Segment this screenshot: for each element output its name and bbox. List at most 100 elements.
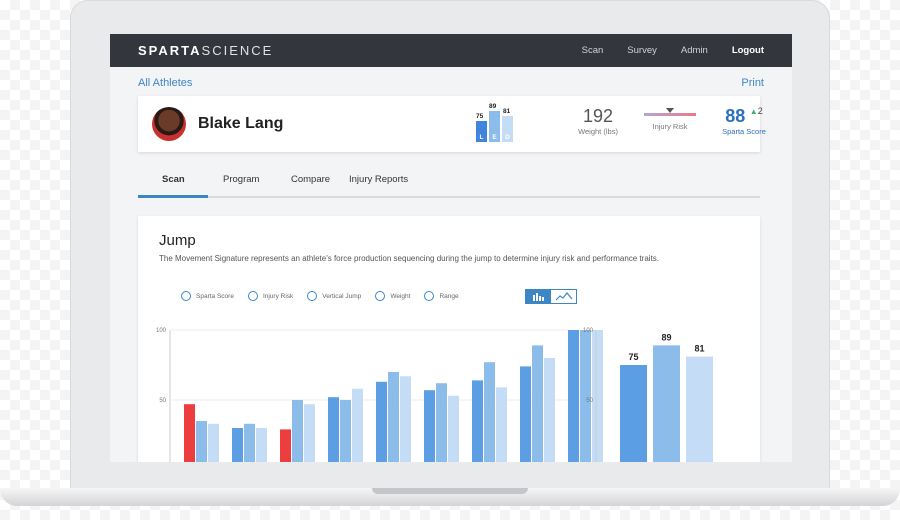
- y-tick-label: 50: [586, 398, 593, 404]
- bar: [292, 400, 303, 462]
- athlete-name: Blake Lang: [198, 115, 284, 132]
- bar: [568, 330, 579, 462]
- bar: [328, 397, 339, 462]
- data-label: 89: [661, 332, 671, 342]
- main-nav: Scan Survey Admin Logout: [582, 45, 764, 56]
- top-navigation-bar: SPARTASCIENCE Scan Survey Admin Logout: [110, 34, 792, 67]
- line-chart-icon: [555, 292, 572, 301]
- jump-panel: Jump The Movement Signature represents a…: [138, 216, 760, 462]
- filter-weight[interactable]: Weight: [375, 291, 410, 301]
- filter-label: Injury Risk: [262, 292, 294, 300]
- signature-value-e: 89: [489, 103, 497, 110]
- chart-view-toggle: [525, 289, 577, 304]
- filter-label: Range: [439, 292, 459, 300]
- active-tab-indicator: [138, 195, 208, 198]
- data-label: 81: [694, 344, 704, 354]
- bar: [256, 428, 267, 462]
- bar: [496, 387, 507, 462]
- y-tick-label: 100: [583, 328, 594, 334]
- bar: [436, 383, 447, 462]
- filter-range[interactable]: Range: [424, 291, 459, 301]
- bar: [424, 390, 435, 462]
- print-link[interactable]: Print: [741, 77, 764, 89]
- signature-bar: [653, 345, 680, 462]
- bar: [544, 358, 555, 462]
- bar: [376, 381, 387, 462]
- panel-title: Jump: [159, 232, 196, 249]
- score-delta: ▲2: [750, 106, 763, 116]
- filter-vertical-jump[interactable]: Vertical Jump: [307, 291, 361, 301]
- weight-label: Weight (lbs): [578, 127, 618, 136]
- bar: [484, 362, 495, 462]
- bar: [388, 372, 399, 462]
- radio-icon: [307, 291, 318, 301]
- laptop-base: [0, 488, 900, 506]
- tab-compare[interactable]: Compare: [291, 174, 330, 185]
- injury-risk-label: Injury Risk: [652, 122, 688, 131]
- panel-description: The Movement Signature represents an ath…: [159, 254, 660, 263]
- radio-icon: [181, 291, 191, 301]
- y-tick-label: 50: [159, 398, 166, 404]
- sparta-score-label: Sparta Score: [722, 127, 766, 136]
- signature-value-d: 81: [503, 108, 511, 115]
- bar: [472, 380, 483, 462]
- filter-label: Sparta Score: [196, 292, 234, 300]
- tab-program[interactable]: Program: [223, 174, 259, 185]
- signature-value-l: 75: [476, 113, 484, 120]
- signature-bar-chart: 050100758981: [583, 328, 713, 462]
- brand-logo[interactable]: SPARTASCIENCE: [138, 43, 273, 58]
- movement-signature-mini-chart[interactable]: 75 89 81 L E D: [476, 102, 520, 142]
- signature-letter-l: L: [479, 134, 484, 141]
- bar: [196, 421, 207, 462]
- weight-value: 192: [582, 106, 614, 126]
- screen: SPARTASCIENCE Scan Survey Admin Logout A…: [110, 34, 792, 462]
- all-athletes-link[interactable]: All Athletes: [138, 77, 192, 89]
- bar: [232, 428, 243, 462]
- radio-icon: [247, 291, 258, 301]
- bar: [400, 376, 411, 462]
- bar: [208, 423, 219, 462]
- brand-light: SCIENCE: [201, 43, 274, 58]
- up-arrow-icon: ▲: [749, 107, 758, 116]
- bar-chart-view-button[interactable]: [526, 290, 551, 303]
- sparta-score-stat: 88 ▲2 Sparta Score: [716, 106, 772, 136]
- radio-icon: [375, 291, 386, 301]
- bar: [448, 395, 459, 462]
- filter-label: Weight: [390, 292, 411, 300]
- tab-scan[interactable]: Scan: [162, 174, 185, 185]
- data-label: 75: [628, 352, 638, 362]
- filter-label: Vertical Jump: [322, 292, 362, 300]
- tab-injury-reports[interactable]: Injury Reports: [349, 174, 408, 185]
- bar: [532, 345, 543, 462]
- injury-risk-stat: Injury Risk: [644, 108, 696, 131]
- bar: [244, 423, 255, 462]
- athlete-summary-card: Blake Lang 75 89 81 L E D 192 Weight (lb…: [138, 96, 766, 152]
- signature-letter-d: D: [505, 134, 510, 141]
- sparta-score-value: 88: [725, 106, 746, 126]
- bar: [520, 366, 531, 462]
- line-chart-view-button[interactable]: [551, 290, 576, 303]
- nav-scan[interactable]: Scan: [582, 45, 604, 56]
- logout-button[interactable]: Logout: [732, 45, 764, 56]
- bar: [352, 388, 363, 462]
- breadcrumb: All Athletes Print: [110, 67, 792, 89]
- risk-gradient-bar: [644, 113, 696, 116]
- bar: [280, 429, 291, 462]
- history-bar-chart: 050100!!: [156, 328, 603, 462]
- section-tabs: Scan Program Compare Injury Reports: [138, 172, 760, 198]
- y-tick-label: 100: [156, 328, 167, 334]
- laptop-notch: [372, 488, 528, 494]
- weight-stat: 192 Weight (lbs): [568, 106, 628, 136]
- signature-bar: [620, 365, 647, 462]
- filter-sparta-score[interactable]: Sparta Score: [181, 291, 234, 301]
- bar: [304, 404, 315, 462]
- bar: [340, 400, 351, 462]
- nav-admin[interactable]: Admin: [681, 45, 708, 56]
- score-delta-value: 2: [757, 106, 763, 116]
- signature-letter-e: E: [492, 134, 497, 141]
- bar: [184, 404, 195, 462]
- nav-survey[interactable]: Survey: [627, 45, 657, 56]
- filter-injury-risk[interactable]: Injury Risk: [247, 291, 294, 301]
- avatar: [152, 107, 186, 141]
- radio-icon: [424, 291, 435, 301]
